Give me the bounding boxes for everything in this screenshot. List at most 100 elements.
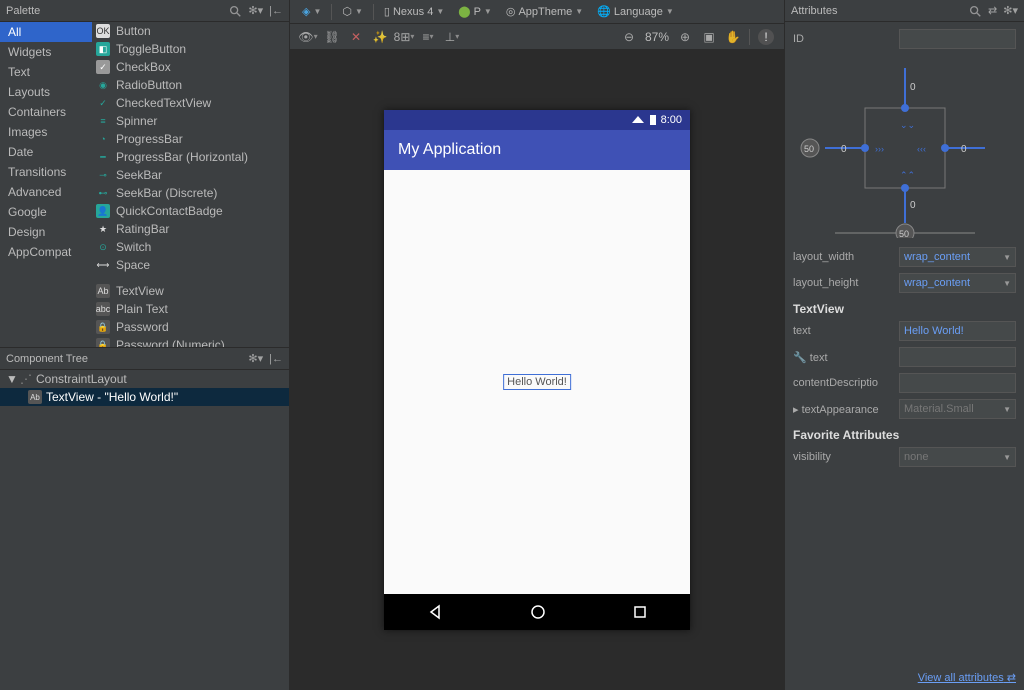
margin-icon[interactable]: 8 ⊞▾	[396, 29, 412, 45]
palette-item[interactable]: 🔒Password	[92, 318, 289, 336]
svg-text:50: 50	[899, 229, 909, 238]
palette-category[interactable]: Transitions	[0, 162, 92, 182]
palette-item[interactable]: ◧ToggleButton	[92, 40, 289, 58]
palette-item-label: TextView	[116, 284, 164, 298]
widget-icon: 👤	[96, 204, 110, 218]
palette-item[interactable]: ⊷SeekBar (Discrete)	[92, 184, 289, 202]
clear-constraints-icon[interactable]: ✕	[348, 29, 364, 45]
device-selector[interactable]: ▯ Nexus 4▼	[380, 3, 448, 20]
text-appearance-field[interactable]: Material.Small▼	[899, 399, 1016, 419]
device-frame: 8:00 My Application Hello World!	[384, 110, 690, 630]
view-mode-icon[interactable]: 👁▾	[300, 29, 316, 45]
palette-item[interactable]: ★RatingBar	[92, 220, 289, 238]
palette-category[interactable]: Date	[0, 142, 92, 162]
widget-icon: ≡	[96, 114, 110, 128]
tree-child[interactable]: Ab TextView - "Hello World!"	[0, 388, 289, 406]
palette-item[interactable]: ⊸SeekBar	[92, 166, 289, 184]
widget-icon: ⟷	[96, 258, 110, 272]
warnings-icon[interactable]: !	[758, 29, 774, 45]
palette-item[interactable]: ✓CheckedTextView	[92, 94, 289, 112]
tree-root[interactable]: ▼ ⋰ ConstraintLayout	[0, 370, 289, 388]
pan-icon[interactable]: ✋	[725, 29, 741, 45]
visibility-field[interactable]: none▼	[899, 447, 1016, 467]
text-appearance-label: ▸ textAppearance	[793, 403, 893, 416]
zoom-level: 87%	[645, 30, 669, 44]
gear-icon[interactable]: ✻▾	[248, 4, 263, 17]
zoom-in-icon[interactable]: ⊕	[677, 29, 693, 45]
orientation-button[interactable]: ⬡▼	[338, 3, 367, 20]
palette-category[interactable]: All	[0, 22, 92, 42]
svg-text:›››: ›››	[875, 144, 884, 154]
zoom-out-icon[interactable]: ⊖	[621, 29, 637, 45]
app-title: My Application	[398, 141, 501, 159]
palette-category[interactable]: Images	[0, 122, 92, 142]
svg-text:⌄⌄: ⌄⌄	[900, 120, 915, 130]
text-field[interactable]: Hello World!	[899, 321, 1016, 341]
palette-item[interactable]: 👤 QuickContactBadge	[92, 202, 289, 220]
palette-item-label: CheckedTextView	[116, 96, 211, 110]
palette-category[interactable]: Layouts	[0, 82, 92, 102]
palette-category[interactable]: AppCompat	[0, 242, 92, 262]
palette-category[interactable]: Design	[0, 222, 92, 242]
layers-button[interactable]: ◈▼	[298, 3, 325, 20]
fit-icon[interactable]: ▣	[701, 29, 717, 45]
search-icon[interactable]	[228, 4, 242, 18]
palette-item-label: QuickContactBadge	[116, 204, 223, 218]
palette-category[interactable]: Text	[0, 62, 92, 82]
pack-icon[interactable]: ≡▾	[420, 29, 436, 45]
magnet-icon[interactable]: ⛓	[324, 29, 340, 45]
palette-category[interactable]: Widgets	[0, 42, 92, 62]
palette-item[interactable]: ⟷Space	[92, 256, 289, 274]
palette-item[interactable]: ━ ProgressBar (Horizontal)	[92, 148, 289, 166]
palette-item[interactable]: OKButton	[92, 22, 289, 40]
palette-item[interactable]: ◉RadioButton	[92, 76, 289, 94]
api-selector[interactable]: ⬤ P▼	[454, 3, 496, 20]
palette-category[interactable]: Google	[0, 202, 92, 222]
palette-category[interactable]: Advanced	[0, 182, 92, 202]
filter-icon[interactable]: |←	[269, 5, 283, 17]
widget-icon: ✓	[96, 60, 110, 74]
design-canvas[interactable]: 8:00 My Application Hello World!	[290, 50, 784, 690]
palette-item-label: Button	[116, 24, 151, 38]
layout-width-field[interactable]: wrap_content▼	[899, 247, 1016, 267]
layout-height-field[interactable]: wrap_content▼	[899, 273, 1016, 293]
infer-constraints-icon[interactable]: ✨	[372, 29, 388, 45]
attributes-header: Attributes ⇄ ✻▾	[785, 0, 1024, 22]
gear-icon[interactable]: ✻▾	[248, 352, 263, 365]
id-field[interactable]	[899, 29, 1016, 49]
widget-icon: ⊙	[96, 240, 110, 254]
palette-item-label: ProgressBar (Horizontal)	[116, 150, 248, 164]
palette-item-label: RatingBar	[116, 222, 169, 236]
align-icon[interactable]: ⊥▾	[444, 29, 460, 45]
palette-item[interactable]: ✓CheckBox	[92, 58, 289, 76]
recent-icon[interactable]	[633, 605, 647, 619]
search-icon[interactable]	[968, 4, 982, 18]
gear-icon[interactable]: ✻▾	[1003, 4, 1018, 17]
text-hint-label: 🔧 text	[793, 351, 893, 364]
palette-item[interactable]: AbTextView	[92, 282, 289, 300]
language-selector[interactable]: 🌐 Language▼	[593, 3, 678, 20]
status-bar: 8:00	[384, 110, 690, 130]
palette-item[interactable]: 🔒Password (Numeric)	[92, 336, 289, 347]
content-description-field[interactable]	[899, 373, 1016, 393]
palette-item[interactable]: ≡Spinner	[92, 112, 289, 130]
palette-item[interactable]: ⊙Switch	[92, 238, 289, 256]
back-icon[interactable]	[427, 604, 443, 620]
battery-icon	[649, 114, 657, 126]
app-screen[interactable]: Hello World!	[384, 170, 690, 594]
textview-widget[interactable]: Hello World!	[503, 374, 571, 390]
widget-icon: ━	[96, 150, 110, 164]
palette-category[interactable]: Containers	[0, 102, 92, 122]
home-icon[interactable]	[530, 604, 546, 620]
view-all-attributes-link[interactable]: View all attributes ⇄	[785, 665, 1024, 690]
theme-selector[interactable]: ◎AppTheme▼	[502, 3, 587, 20]
constraint-visualizer[interactable]: ››› ‹‹‹ ⌄⌄ ⌃⌃ 0 0 0 0 50 50	[795, 58, 1015, 238]
palette-item[interactable]: ◔ProgressBar	[92, 130, 289, 148]
text-hint-field[interactable]	[899, 347, 1016, 367]
swap-icon[interactable]: ⇄	[988, 4, 997, 17]
chevron-down-icon[interactable]: ▼	[6, 372, 16, 386]
collapse-icon[interactable]: |←	[269, 353, 283, 365]
palette-item	[92, 274, 289, 282]
svg-text:0: 0	[910, 200, 916, 211]
palette-item[interactable]: abcPlain Text	[92, 300, 289, 318]
